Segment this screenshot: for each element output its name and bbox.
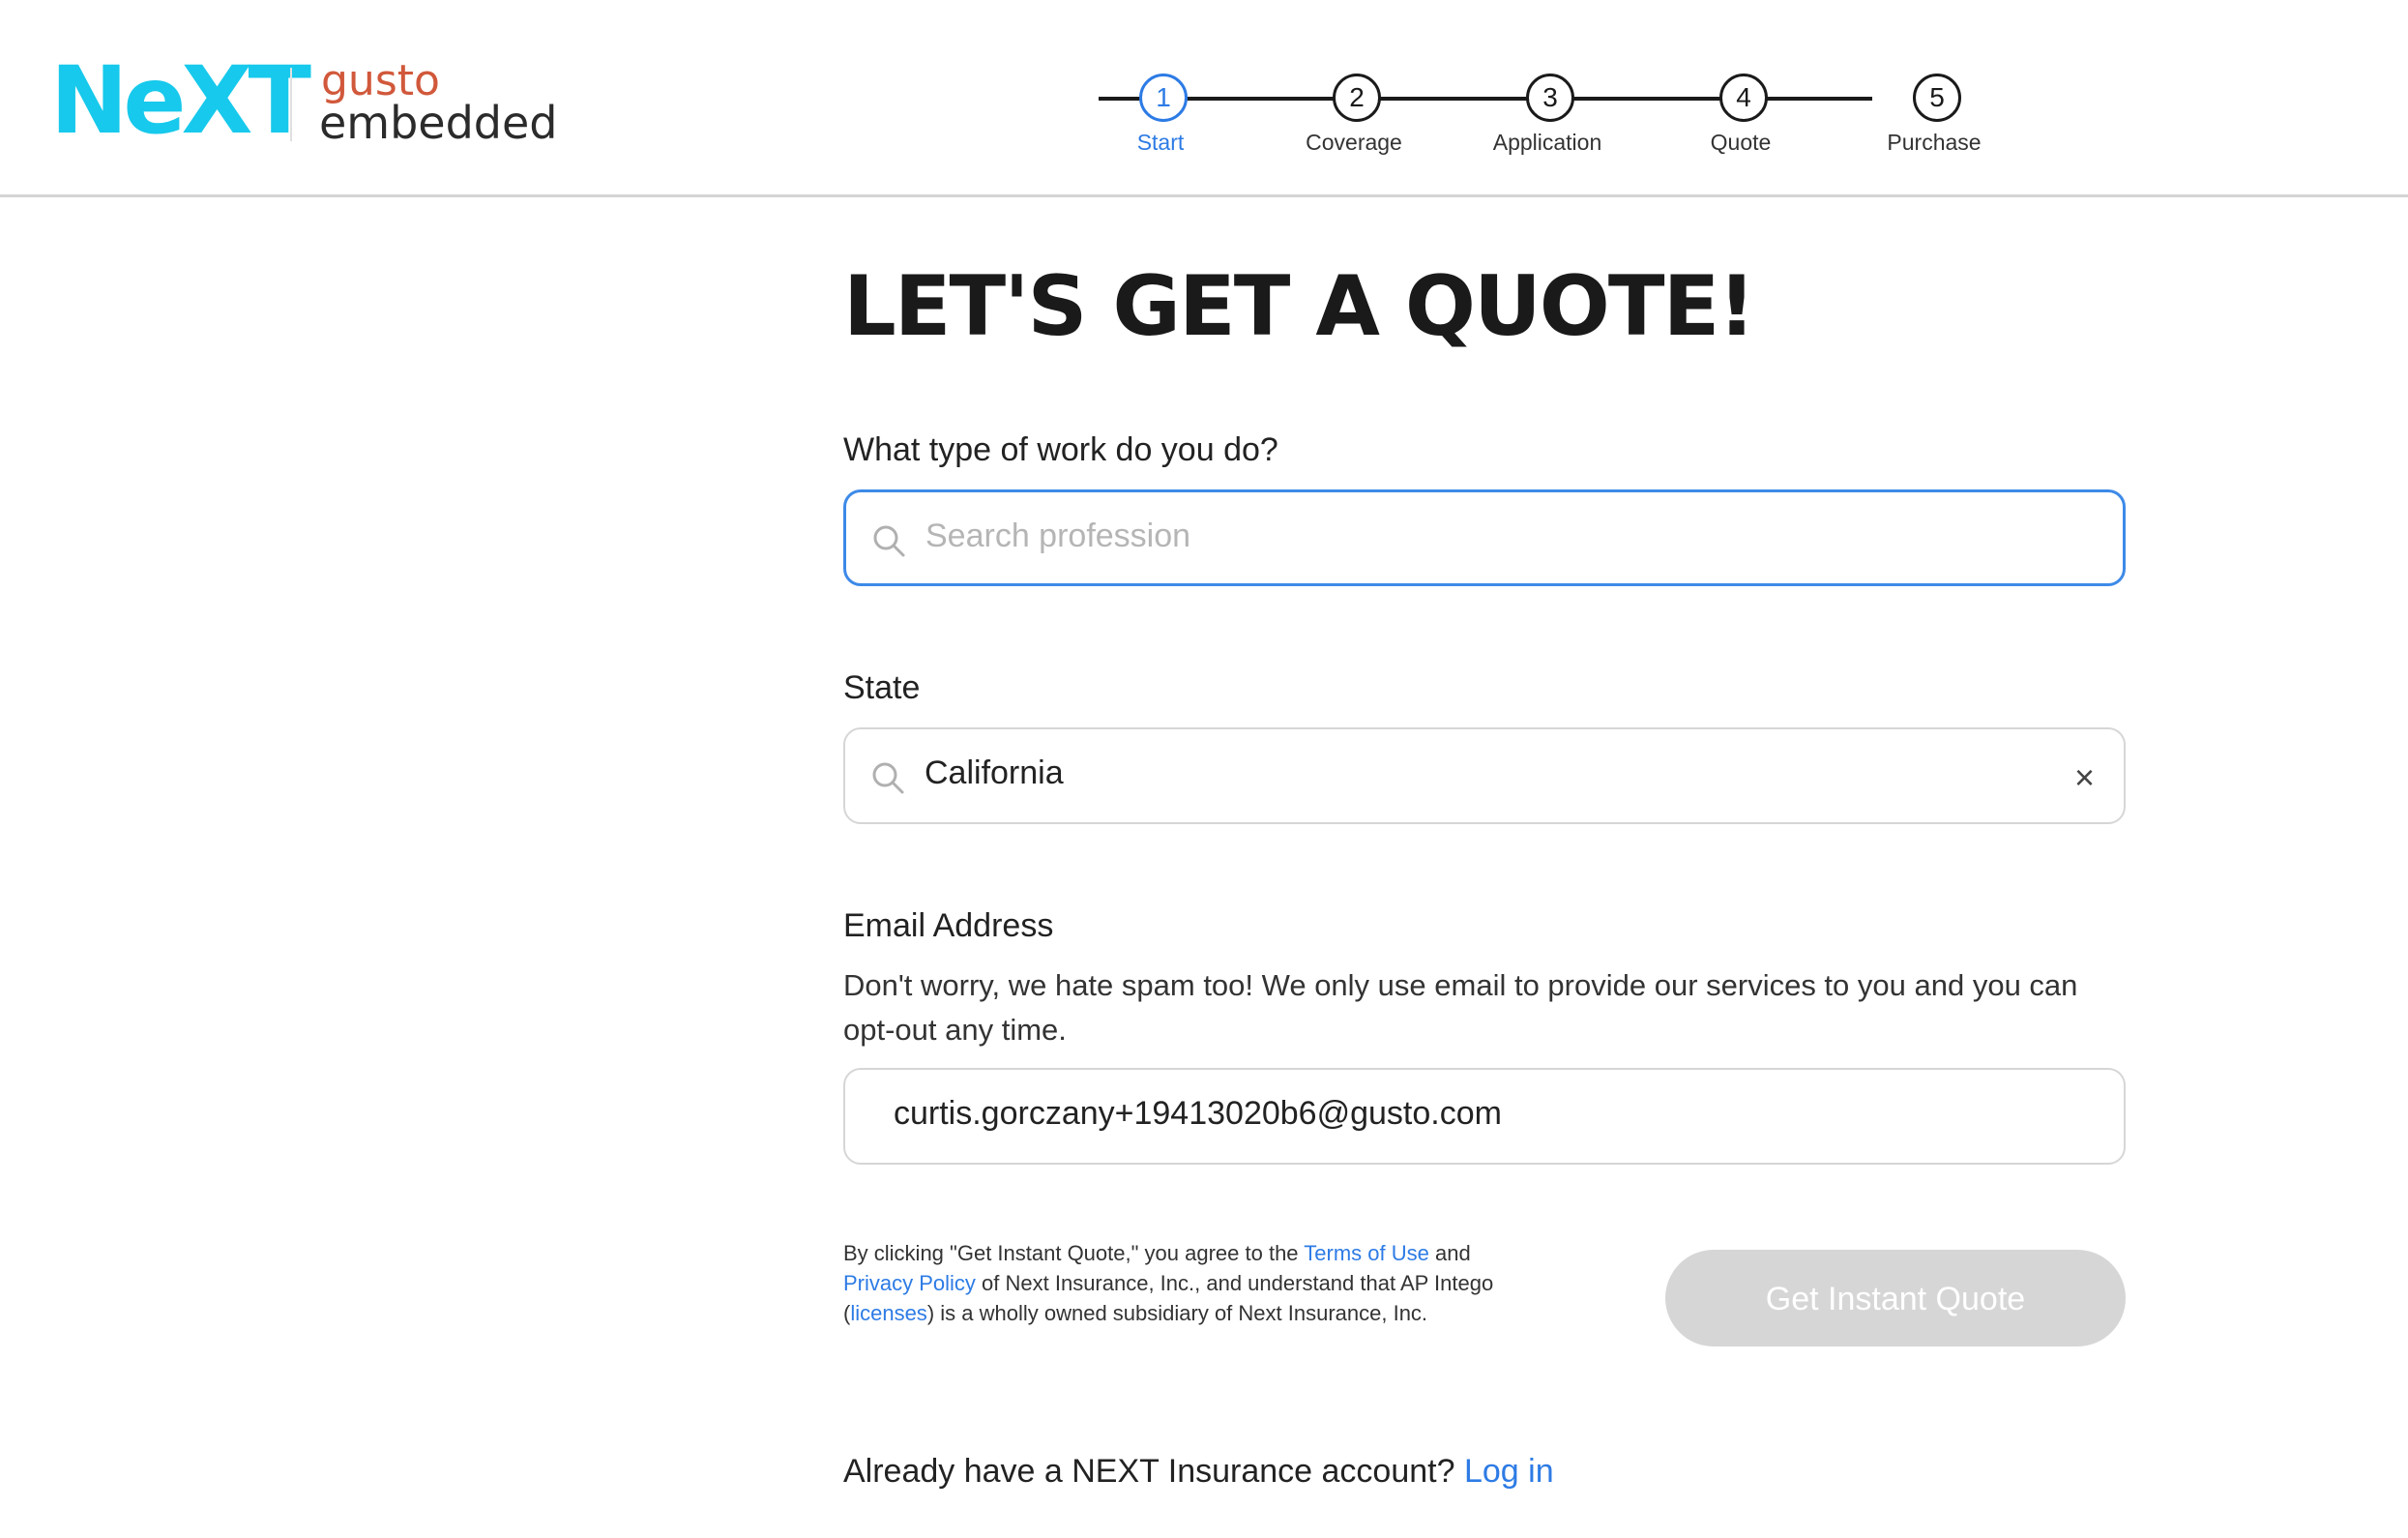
email-helper-text: Don't worry, we hate spam too! We only u… <box>843 968 2078 1047</box>
licenses-link[interactable]: licenses <box>850 1301 926 1325</box>
state-value[interactable]: California <box>925 754 1988 792</box>
legal-text: ) is a wholly owned subsidiary of Next I… <box>926 1301 1428 1325</box>
email-label: Email Address <box>843 907 1054 944</box>
login-prompt: Already have a NEXT Insurance account? L… <box>843 1453 1554 1491</box>
embedded-logo-text: embedded <box>319 97 558 149</box>
clear-icon[interactable]: × <box>2074 758 2095 797</box>
step-number: 2 <box>1333 74 1381 122</box>
step-number: 4 <box>1719 74 1768 122</box>
legal-text: and <box>1428 1241 1471 1265</box>
profession-search-input[interactable] <box>925 518 1989 555</box>
login-prompt-text: Already have a NEXT Insurance account? <box>843 1453 1464 1490</box>
email-field[interactable]: curtis.gorczany+19413020b6@gusto.com <box>843 1068 2126 1165</box>
next-logo[interactable]: NeXT <box>50 54 311 147</box>
work-type-label: What type of work do you do? <box>843 431 1278 468</box>
state-label: State <box>843 669 921 706</box>
profession-search-field[interactable] <box>843 489 2126 586</box>
step-label: Coverage <box>1306 130 1402 155</box>
privacy-policy-link[interactable]: Privacy Policy <box>843 1271 976 1295</box>
get-instant-quote-button[interactable]: Get Instant Quote <box>1665 1250 2126 1346</box>
step-label: Quote <box>1710 130 1772 155</box>
log-in-link[interactable]: Log in <box>1464 1453 1554 1490</box>
progress-stepper: 1 Start 2 Coverage 3 Application 4 Quote… <box>1064 74 1982 170</box>
search-icon <box>873 525 905 557</box>
top-header: NeXT gusto embedded 1 Start 2 Coverage 3… <box>0 0 2408 197</box>
terms-of-use-link[interactable]: Terms of Use <box>1304 1241 1429 1265</box>
step-number: 3 <box>1526 74 1574 122</box>
search-icon <box>872 762 904 794</box>
logo-divider <box>290 68 292 141</box>
step-number: 5 <box>1913 74 1961 122</box>
legal-disclaimer: By clicking "Get Instant Quote," you agr… <box>843 1238 1520 1328</box>
step-label: Purchase <box>1887 130 1982 155</box>
legal-text: By clicking "Get Instant Quote," you agr… <box>843 1241 1305 1265</box>
state-select-field[interactable]: California × <box>843 727 2126 824</box>
step-label: Start <box>1136 130 1185 155</box>
step-number: 1 <box>1139 74 1188 122</box>
email-input[interactable]: curtis.gorczany+19413020b6@gusto.com <box>894 1095 1957 1133</box>
step-label: Application <box>1492 130 1602 155</box>
page-title: LET'S GET A QUOTE! <box>843 258 1756 355</box>
